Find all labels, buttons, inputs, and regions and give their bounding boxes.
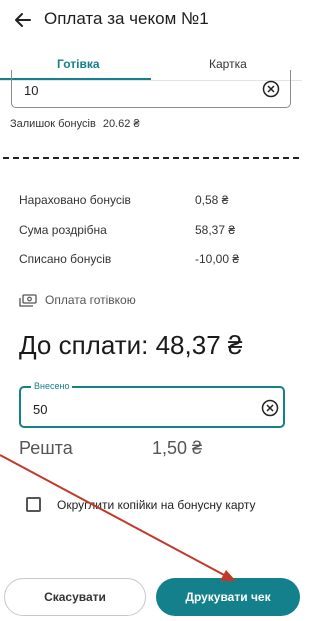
app-bar: Оплата за чеком №1 bbox=[0, 0, 302, 40]
tab-card[interactable]: Картка bbox=[209, 57, 247, 71]
tab-cash[interactable]: Готівка bbox=[57, 57, 100, 71]
bonus-amount-value[interactable]: 10 bbox=[24, 83, 38, 98]
change-label: Решта bbox=[19, 438, 73, 458]
arrow-left-icon[interactable] bbox=[13, 10, 33, 30]
round-to-bonus-option[interactable]: Округлити копійки на бонусну карту bbox=[26, 497, 256, 512]
summary-row: Сума роздрібна 58,37 ₴ bbox=[19, 223, 235, 237]
paid-amount-value[interactable]: 50 bbox=[33, 402, 47, 417]
paid-amount-field[interactable]: Внесено 50 bbox=[19, 381, 285, 428]
cash-icon bbox=[19, 293, 37, 307]
bonus-amount-field[interactable]: 10 bbox=[11, 70, 291, 108]
clear-icon[interactable] bbox=[262, 80, 280, 98]
summary-value: 58,37 ₴ bbox=[195, 223, 236, 237]
print-receipt-button[interactable]: Друкувати чек bbox=[156, 578, 300, 616]
summary-value: 0,58 ₴ bbox=[195, 193, 229, 207]
summary-row: Списано бонусів -10,00 ₴ bbox=[19, 252, 239, 266]
paid-amount-label: Внесено bbox=[31, 381, 73, 391]
change-value: 1,50 ₴ bbox=[152, 438, 203, 458]
bonus-remaining-value: 20.62 ₴ bbox=[102, 118, 140, 130]
summary-value: -10,00 ₴ bbox=[195, 252, 240, 266]
bonus-remaining: Залишок бонусів 20.62 ₴ bbox=[10, 118, 144, 130]
cancel-button[interactable]: Скасувати bbox=[4, 578, 146, 616]
receipt-divider bbox=[3, 157, 299, 159]
summary-label: Нараховано бонусів bbox=[19, 193, 131, 207]
amount-due: До сплати: 48,37 ₴ bbox=[19, 330, 243, 360]
page-title: Оплата за чеком №1 bbox=[44, 9, 209, 28]
payment-method-label: Оплата готівкою bbox=[45, 293, 136, 307]
change-row: Решта 1,50 ₴ bbox=[19, 438, 202, 459]
round-checkbox-label[interactable]: Округлити копійки на бонусну карту bbox=[57, 498, 256, 512]
summary-row: Нараховано бонусів 0,58 ₴ bbox=[19, 193, 228, 207]
bonus-remaining-label: Залишок бонусів bbox=[10, 118, 96, 130]
payment-method: Оплата готівкою bbox=[19, 293, 136, 307]
round-checkbox[interactable] bbox=[26, 497, 41, 512]
clear-icon[interactable] bbox=[261, 399, 279, 417]
summary-label: Списано бонусів bbox=[19, 252, 112, 266]
summary-label: Сума роздрібна bbox=[19, 223, 107, 237]
